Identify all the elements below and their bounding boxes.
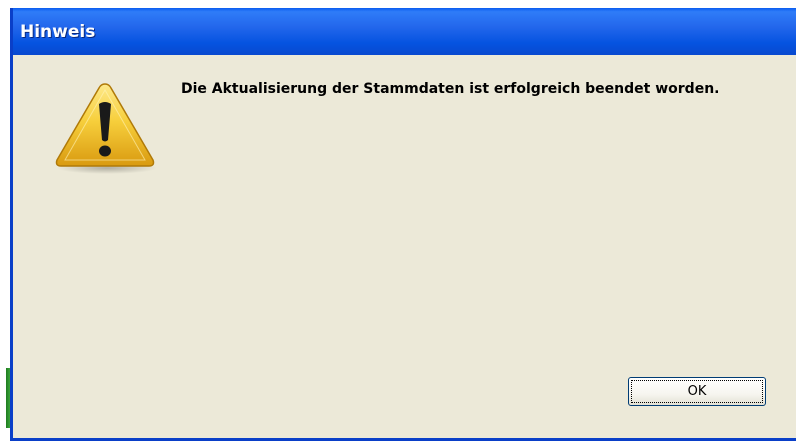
title-bar[interactable]: Hinweis — [13, 8, 796, 55]
ok-button-label: OK — [631, 380, 763, 403]
warning-icon — [53, 80, 157, 174]
ok-button[interactable]: OK — [628, 377, 766, 406]
message-dialog: Hinweis Die Aktualisierung der Stammdate… — [10, 8, 796, 441]
dialog-message: Die Aktualisierung der Stammdaten ist er… — [181, 81, 720, 97]
dialog-title: Hinweis — [20, 22, 96, 42]
